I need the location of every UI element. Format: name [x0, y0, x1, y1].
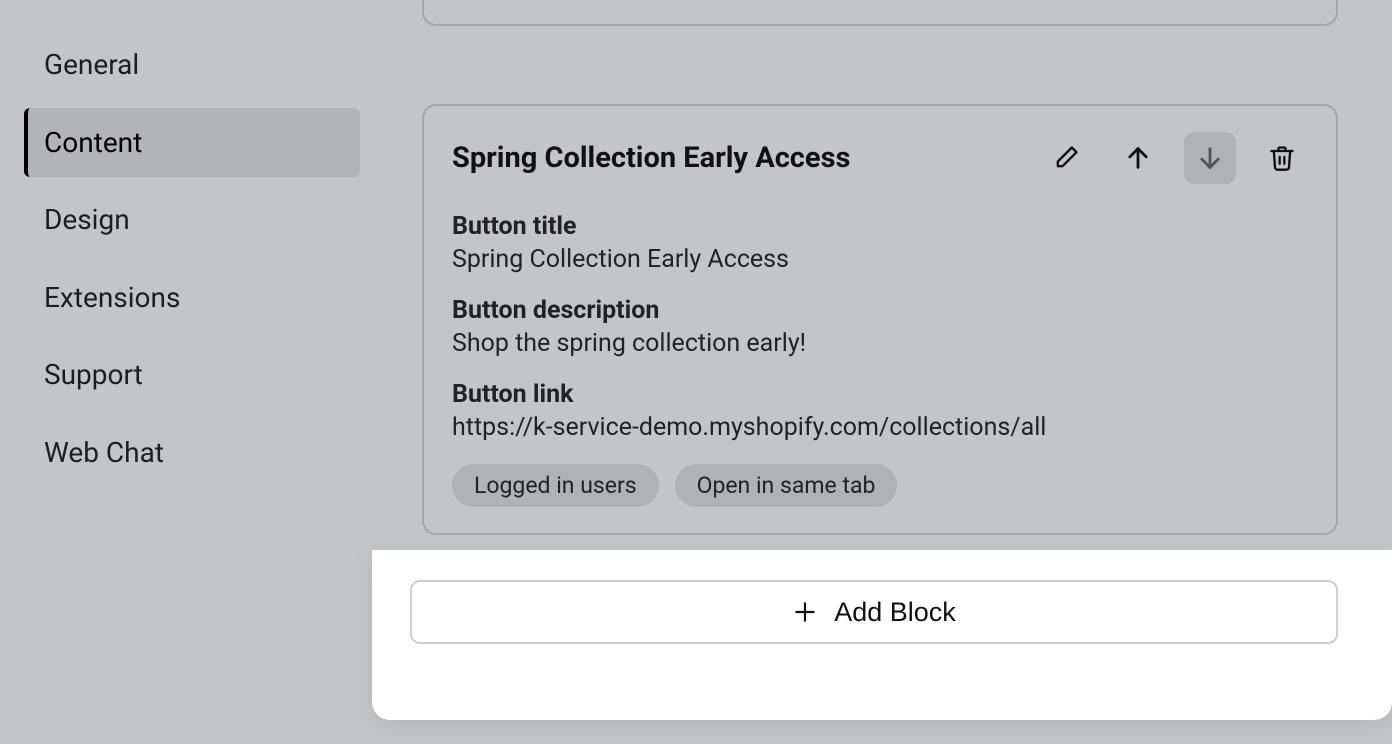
move-up-button[interactable] — [1112, 132, 1164, 184]
sidebar-item-support[interactable]: Support — [24, 340, 360, 410]
block-card: Spring Collection Early Access — [422, 104, 1338, 535]
sidebar-item-label: Design — [44, 203, 130, 236]
move-down-button[interactable] — [1184, 132, 1236, 184]
delete-button[interactable] — [1256, 132, 1308, 184]
field-label: Button description — [452, 296, 1308, 325]
tag-logged-in-users: Logged in users — [452, 464, 659, 507]
field-value: https://k-service-demo.myshopify.com/col… — [452, 413, 1308, 442]
sidebar-item-web-chat[interactable]: Web Chat — [24, 418, 360, 488]
edit-button[interactable] — [1040, 132, 1092, 184]
tag-open-in-same-tab: Open in same tab — [675, 464, 898, 507]
previous-block-card-fragment — [422, 0, 1338, 26]
arrow-down-icon — [1196, 144, 1224, 172]
field-value: Shop the spring collection early! — [452, 329, 1308, 358]
field-label: Button link — [452, 380, 1308, 409]
trash-icon — [1268, 144, 1296, 172]
plus-icon — [792, 599, 818, 625]
sidebar-item-label: General — [44, 48, 139, 81]
field-button-link: Button link https://k-service-demo.mysho… — [452, 380, 1308, 442]
bottom-panel: Add Block — [372, 550, 1392, 720]
field-value: Spring Collection Early Access — [452, 245, 1308, 274]
block-card-header: Spring Collection Early Access — [452, 132, 1308, 184]
sidebar-item-label: Content — [44, 126, 142, 159]
main-content: Spring Collection Early Access — [384, 0, 1392, 744]
sidebar-item-extensions[interactable]: Extensions — [24, 263, 360, 333]
block-actions — [1040, 132, 1308, 184]
sidebar-item-label: Support — [44, 358, 143, 391]
sidebar: General Content Design Extensions Suppor… — [0, 0, 384, 744]
field-label: Button title — [452, 212, 1308, 241]
sidebar-item-content[interactable]: Content — [24, 108, 360, 178]
block-title: Spring Collection Early Access — [452, 141, 850, 175]
tag-row: Logged in users Open in same tab — [452, 464, 1308, 507]
sidebar-item-label: Extensions — [44, 281, 180, 314]
sidebar-list: General Content Design Extensions Suppor… — [24, 30, 360, 488]
add-block-button[interactable]: Add Block — [410, 580, 1338, 644]
add-block-label: Add Block — [834, 597, 956, 628]
sidebar-item-general[interactable]: General — [24, 30, 360, 100]
sidebar-item-label: Web Chat — [44, 436, 164, 469]
pencil-icon — [1052, 144, 1080, 172]
field-button-title: Button title Spring Collection Early Acc… — [452, 212, 1308, 274]
field-button-description: Button description Shop the spring colle… — [452, 296, 1308, 358]
arrow-up-icon — [1124, 144, 1152, 172]
sidebar-item-design[interactable]: Design — [24, 185, 360, 255]
